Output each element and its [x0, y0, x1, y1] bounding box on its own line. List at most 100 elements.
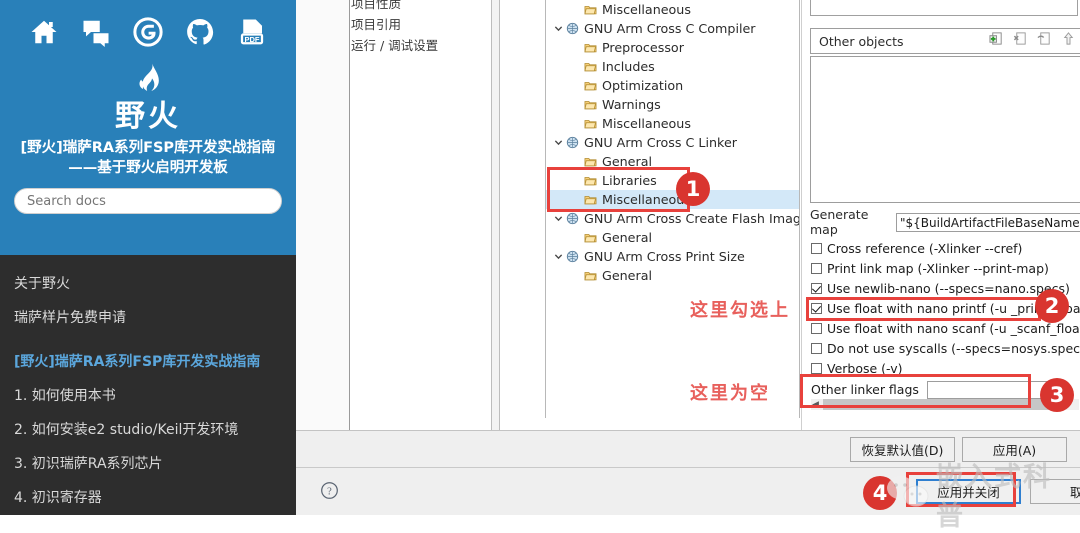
tree-item[interactable]: GNU Arm Cross Print Size	[546, 247, 799, 266]
annotation-note-check: 这里勾选上	[690, 300, 790, 321]
home-icon[interactable]	[24, 12, 64, 52]
checkbox-box[interactable]	[811, 323, 822, 334]
tree-item-label: Miscellaneous	[602, 2, 691, 17]
pdf-icon[interactable]: PDF	[232, 12, 272, 52]
svg-text:PDF: PDF	[245, 35, 260, 44]
tree-item-label: GNU Arm Cross C Linker	[584, 135, 737, 150]
checkbox-no-syscalls[interactable]: Do not use syscalls (--specs=nosys.specs…	[811, 339, 1080, 358]
checkbox-box[interactable]	[811, 243, 822, 254]
search-input[interactable]	[14, 188, 282, 214]
checkbox-use-newlib-nano[interactable]: Use newlib-nano (--specs=nano.specs)	[811, 279, 1070, 298]
sidebar-item-guide-root[interactable]: [野火]瑞萨RA系列FSP库开发实战指南	[0, 345, 296, 379]
linker-misc-settings-pane: Other objects Generate map "${BuildArtif…	[801, 0, 1080, 430]
property-category-item[interactable]: 运行 / 调试设置	[351, 36, 491, 55]
help-icon[interactable]: ?	[320, 481, 339, 505]
tree-item-label: Optimization	[602, 78, 684, 93]
property-category-item[interactable]: 项目引用	[351, 15, 491, 34]
folder-icon	[582, 118, 599, 130]
tree-item[interactable]: Includes	[546, 57, 799, 76]
tree-item-label: General	[602, 230, 653, 245]
sidebar-item-ch3[interactable]: 3. 初识瑞萨RA系列芯片	[0, 447, 296, 481]
site-title: [野火]瑞萨RA系列FSP库开发实战指南——基于野火启明开发板	[20, 140, 276, 176]
chevron-down-icon[interactable]	[552, 252, 564, 261]
generate-map-label: Generate map	[810, 207, 869, 237]
tree-item[interactable]: General	[546, 266, 799, 285]
tree-item-label: Miscellaneous	[602, 116, 691, 131]
tree-item-label: GNU Arm Cross Print Size	[584, 249, 745, 264]
cancel-button[interactable]: 取消	[1030, 479, 1080, 504]
sidebar-item-ch4[interactable]: 4. 初识寄存器	[0, 481, 296, 515]
tree-item[interactable]: Optimization	[546, 76, 799, 95]
tree-item[interactable]: Warnings	[546, 95, 799, 114]
annotation-badge-4: 4	[863, 476, 897, 510]
panel-divider[interactable]	[491, 0, 500, 430]
delete-icon[interactable]	[1013, 31, 1028, 51]
nav-gap	[0, 335, 296, 345]
move-up-icon[interactable]	[1061, 31, 1076, 51]
chevron-down-icon[interactable]	[552, 214, 564, 223]
annotation-note-empty: 这里为空	[690, 383, 770, 404]
tree-item[interactable]: General	[546, 228, 799, 247]
tree-item[interactable]: Miscellaneous	[546, 0, 799, 19]
other-objects-toolbar	[989, 31, 1080, 51]
annotation-box-2	[806, 297, 1041, 321]
folder-icon	[582, 232, 599, 244]
folder-icon	[582, 80, 599, 92]
tree-item-label: GNU Arm Cross C Compiler	[584, 21, 756, 36]
sidebar-header: PDF 野火 [野火]瑞萨RA系列FSP库开发实战指南——基于野火启明开发板	[0, 0, 296, 255]
github-icon[interactable]	[180, 12, 220, 52]
edit-icon[interactable]	[1037, 31, 1052, 51]
checkbox-use-float-scanf[interactable]: Use float with nano scanf (-u _scanf_flo…	[811, 319, 1080, 338]
other-objects-label: Other objects	[819, 33, 904, 49]
add-icon[interactable]	[989, 31, 1004, 51]
checkbox-print-link-map[interactable]: Print link map (-Xlinker --print-map)	[811, 259, 1049, 278]
other-objects-upper-box	[810, 0, 1078, 16]
restore-defaults-button[interactable]: 恢复默认值(D)	[850, 437, 955, 462]
tree-item[interactable]: Miscellaneous	[546, 114, 799, 133]
other-objects-list[interactable]	[810, 56, 1080, 203]
brand-block: 野火	[0, 58, 296, 134]
docs-sidebar: PDF 野火 [野火]瑞萨RA系列FSP库开发实战指南——基于野火启明开发板 关…	[0, 0, 296, 515]
checkbox-cross-reference[interactable]: Cross reference (-Xlinker --cref)	[811, 239, 1022, 258]
checkbox-box[interactable]	[811, 263, 822, 274]
tree-item[interactable]: Preprocessor	[546, 38, 799, 57]
sidebar-item-ch1[interactable]: 1. 如何使用本书	[0, 379, 296, 413]
checkbox-box[interactable]	[811, 343, 822, 354]
chevron-down-icon[interactable]	[552, 24, 564, 33]
sidebar-item-about[interactable]: 关于野火	[0, 267, 296, 301]
tree-item-label: GNU Arm Cross Create Flash Image	[584, 211, 800, 226]
folder-icon	[582, 4, 599, 16]
annotation-box-3	[800, 374, 1031, 408]
folder-icon	[582, 61, 599, 73]
flame-logo-icon	[0, 58, 296, 102]
folder-icon	[582, 42, 599, 54]
apply-button[interactable]: 应用(A)	[962, 437, 1067, 462]
sidebar-item-sample-apply[interactable]: 瑞萨样片免费申请	[0, 301, 296, 335]
generate-map-row: Generate map "${BuildArtifactFileBaseNam…	[810, 207, 1080, 237]
dialog-button-bar-top: 恢复默认值(D) 应用(A)	[296, 430, 1080, 467]
tree-item[interactable]: GNU Arm Cross C Linker	[546, 133, 799, 152]
sidebar-item-ch2[interactable]: 2. 如何安装e2 studio/Keil开发环境	[0, 413, 296, 447]
checkbox-label: Use newlib-nano (--specs=nano.specs)	[827, 281, 1070, 296]
comments-icon[interactable]	[76, 12, 116, 52]
svg-text:?: ?	[327, 486, 332, 497]
annotation-badge-3: 3	[1040, 378, 1074, 412]
folder-icon	[582, 99, 599, 111]
tree-item-label: General	[602, 268, 653, 283]
tree-item-label: Preprocessor	[602, 40, 684, 55]
tree-item-label: Warnings	[602, 97, 661, 112]
checkbox-box[interactable]	[811, 363, 822, 374]
checkbox-label: Print link map (-Xlinker --print-map)	[827, 261, 1049, 276]
folder-icon	[582, 270, 599, 282]
generate-map-input[interactable]: "${BuildArtifactFileBaseName}.n	[896, 212, 1080, 232]
chevron-down-icon[interactable]	[552, 138, 564, 147]
folder-icon	[582, 156, 599, 168]
annotation-box-4	[906, 472, 1016, 507]
annotation-badge-1: 1	[676, 172, 710, 206]
property-category-item[interactable]: 项目性质	[351, 0, 491, 13]
sidebar-icon-row: PDF	[0, 0, 296, 56]
tree-item[interactable]: GNU Arm Cross C Compiler	[546, 19, 799, 38]
checkbox-box[interactable]	[811, 283, 822, 294]
gitee-icon[interactable]	[128, 12, 168, 52]
property-category-list: 项目性质 项目引用 运行 / 调试设置	[351, 0, 491, 430]
